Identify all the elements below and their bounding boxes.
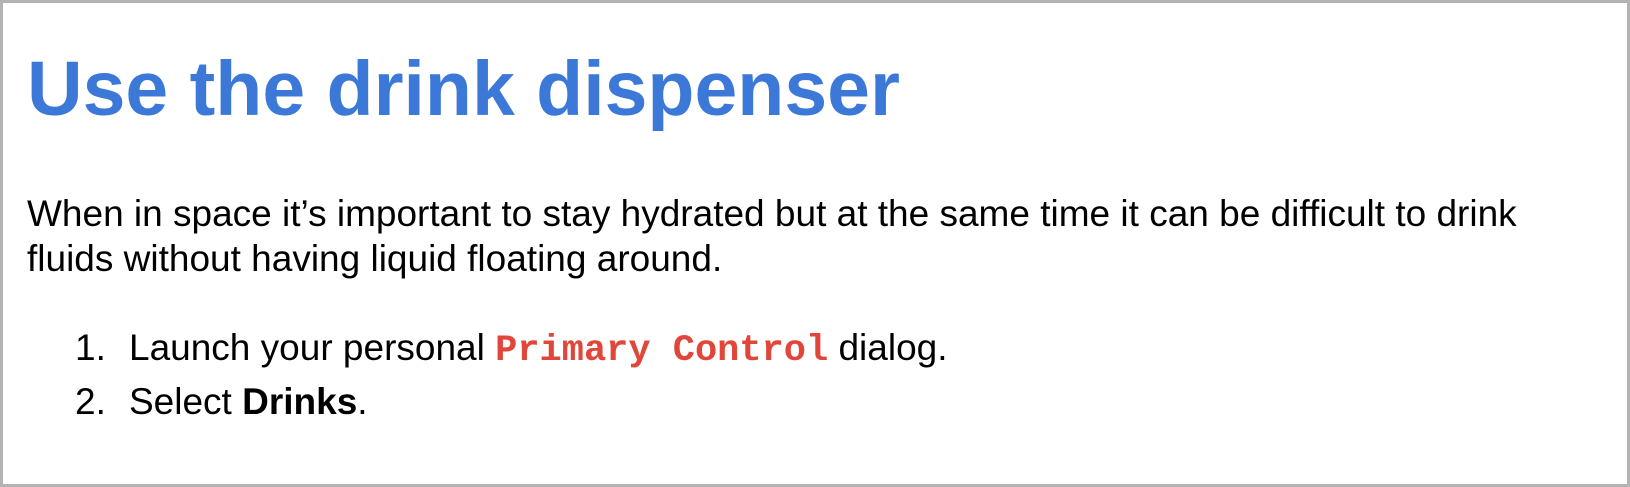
step-text: Select Drinks. bbox=[129, 379, 368, 425]
step-prefix: Select bbox=[129, 381, 243, 422]
step-number: 2. bbox=[75, 381, 106, 422]
document-page: Use the drink dispenser When in space it… bbox=[0, 0, 1630, 487]
code-term: Primary Control bbox=[495, 330, 829, 372]
intro-paragraph: When in space it’s important to stay hyd… bbox=[27, 193, 1517, 279]
step-prefix: Launch your personal bbox=[129, 327, 496, 368]
step-suffix: dialog. bbox=[828, 327, 948, 368]
bold-term: Drinks bbox=[242, 381, 358, 422]
step-number: 1. bbox=[75, 327, 106, 368]
page-title: Use the drink dispenser bbox=[27, 46, 900, 132]
step-text: Launch your personal Primary Control dia… bbox=[129, 325, 948, 374]
step-suffix: . bbox=[357, 381, 368, 422]
